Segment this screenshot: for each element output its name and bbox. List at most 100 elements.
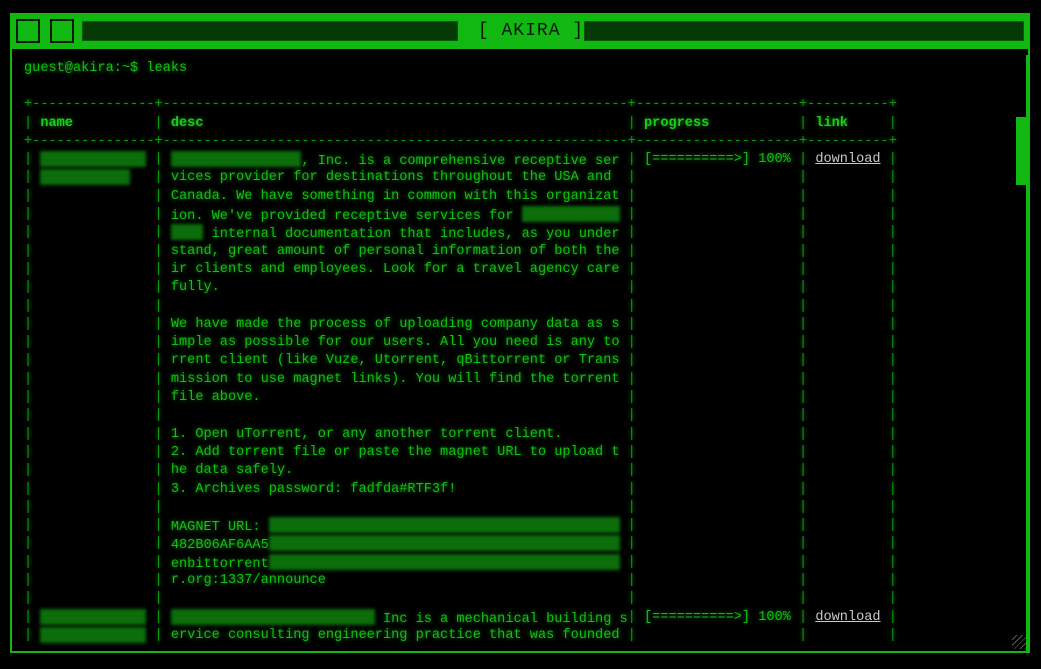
download-link[interactable]: download	[815, 152, 880, 167]
column-separator: |	[790, 243, 816, 259]
progress-cell	[644, 462, 791, 480]
cell-text: mission to use magnet links). You will f…	[170, 371, 620, 387]
name-cell	[40, 554, 146, 572]
name-cell	[40, 444, 146, 462]
column-separator: |	[24, 152, 41, 168]
link-cell	[815, 627, 880, 645]
column-separator: |	[790, 225, 816, 241]
link-cell	[815, 444, 880, 462]
column-separator: |	[790, 261, 816, 277]
progress-cell: [==========>] 100%	[644, 151, 791, 169]
link-cell	[815, 169, 880, 187]
link-cell	[815, 298, 880, 316]
desc-cell: enbittorrent	[170, 553, 620, 572]
table-line: | | | | |	[24, 298, 897, 316]
column-separator: |	[880, 426, 897, 442]
column-separator: |	[880, 536, 897, 552]
column-separator: |	[619, 298, 644, 314]
column-header: link	[815, 115, 848, 131]
column-separator: |	[880, 390, 897, 406]
column-separator: |	[880, 463, 897, 479]
column-separator: |	[24, 353, 41, 369]
name-cell	[40, 151, 147, 169]
column-separator: |	[619, 371, 644, 387]
column-separator: |	[790, 280, 816, 296]
column-separator: |	[880, 518, 897, 534]
column-separator: |	[790, 353, 816, 369]
column-separator: |	[146, 261, 171, 277]
column-separator: |	[790, 298, 816, 314]
column-separator: |	[146, 225, 171, 241]
name-cell	[40, 572, 146, 590]
column-separator: |	[24, 536, 41, 552]
column-separator: |	[146, 207, 171, 223]
column-separator: |	[146, 481, 171, 497]
column-separator: |	[24, 280, 41, 296]
cell-text: ir clients and employees. Look for a tra…	[170, 261, 620, 277]
window-button-1[interactable]	[16, 19, 40, 43]
column-separator: |	[880, 170, 897, 186]
desc-cell: 3. Archives password: fadfda#RTF3f!	[171, 481, 620, 499]
column-separator: |	[790, 316, 816, 332]
progress-cell	[644, 426, 791, 444]
column-separator: |	[880, 499, 897, 515]
title-bar-stripe-left	[82, 21, 458, 41]
column-separator: |	[24, 207, 41, 223]
progress-indicator: [==========>] 100%	[644, 609, 791, 625]
cell-text: enbittorrent	[170, 556, 269, 572]
table-line: | | 3. Archives password: fadfda#RTF3f! …	[24, 481, 897, 499]
name-cell	[40, 517, 146, 535]
column-separator: |	[619, 408, 644, 424]
progress-cell	[644, 572, 791, 590]
column-separator: |	[24, 444, 41, 460]
cell-text: MAGNET URL:	[170, 520, 269, 536]
link-cell	[815, 389, 880, 407]
name-cell	[40, 243, 146, 261]
table-line: | | | | |	[24, 590, 897, 608]
download-link[interactable]: download	[815, 610, 880, 625]
scrollbar-track[interactable]	[1026, 55, 1028, 651]
column-separator: |	[880, 261, 897, 277]
column-separator: |	[880, 481, 897, 497]
progress-cell	[644, 298, 791, 316]
column-separator: |	[619, 170, 644, 186]
column-separator: |	[880, 591, 897, 607]
column-separator: |	[790, 335, 816, 351]
redacted-text	[268, 535, 620, 552]
desc-cell: rrent client (like Vuze, Utorrent, qBitt…	[171, 352, 620, 370]
column-separator: |	[880, 280, 897, 296]
table-line: | | ervice consulting engineering practi…	[24, 626, 897, 645]
column-separator: |	[790, 371, 816, 387]
column-separator: |	[790, 390, 816, 406]
column-separator: |	[146, 444, 171, 460]
column-separator: |	[880, 188, 897, 204]
desc-cell: Canada. We have something in common with…	[171, 188, 620, 206]
column-separator: |	[619, 518, 644, 534]
cell-text: , Inc. is a comprehensive receptive ser	[301, 154, 620, 170]
column-separator: |	[146, 499, 171, 515]
column-separator: |	[619, 243, 644, 259]
table-line: | name | desc | progress | link |	[24, 115, 897, 133]
window-button-2[interactable]	[50, 19, 74, 43]
header-link: link	[815, 115, 880, 133]
redacted-text	[40, 608, 147, 625]
cell-text: Inc is a mechanical building s	[374, 611, 628, 627]
column-separator: |	[146, 243, 171, 259]
column-separator: |	[146, 280, 171, 296]
resize-grip-icon[interactable]	[1012, 635, 1026, 649]
column-separator: |	[619, 225, 644, 241]
progress-cell	[644, 188, 791, 206]
column-separator: |	[790, 499, 816, 515]
column-separator: |	[619, 499, 644, 515]
desc-cell: ion. We've provided receptive services f…	[171, 206, 620, 224]
column-separator: |	[24, 408, 41, 424]
column-separator: |	[24, 225, 41, 241]
name-cell	[40, 334, 146, 352]
cell-text: We have made the process of uploading co…	[170, 316, 620, 332]
link-cell[interactable]: download	[815, 609, 880, 627]
desc-cell: file above.	[171, 389, 620, 407]
link-cell[interactable]: download	[815, 151, 880, 169]
scrollbar-thumb[interactable]	[1016, 117, 1026, 185]
progress-cell	[644, 535, 791, 553]
column-separator: |	[24, 518, 41, 534]
